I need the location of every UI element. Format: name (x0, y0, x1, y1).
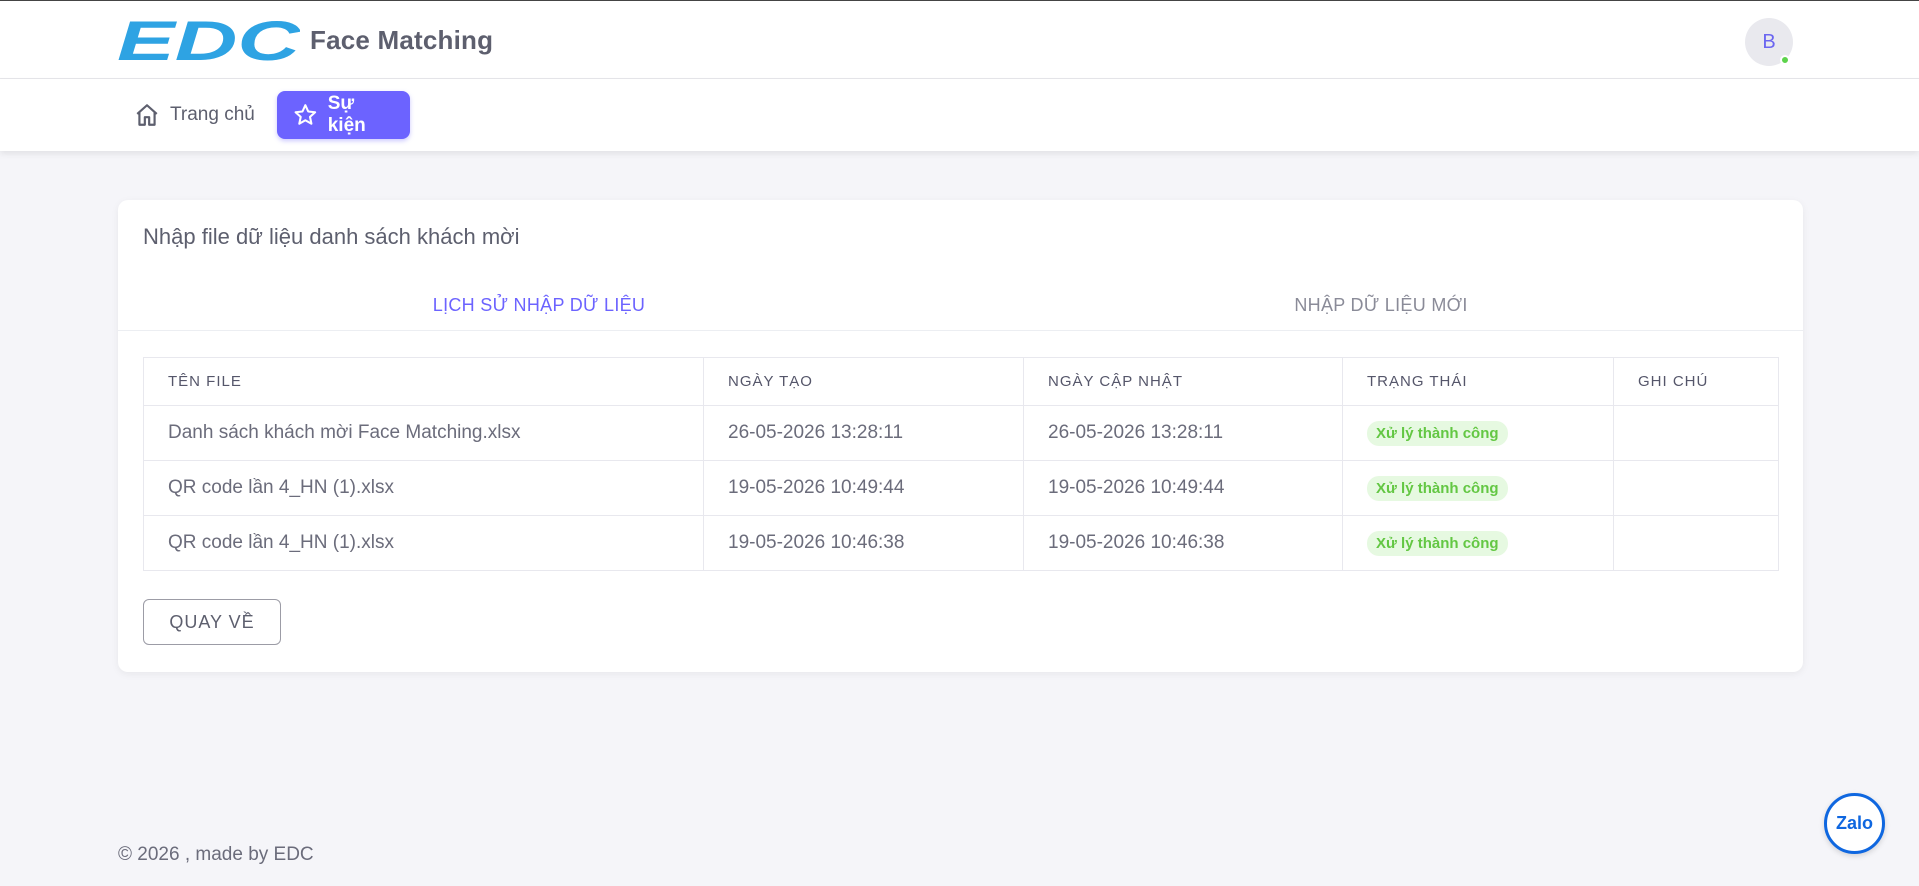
cell-file-name: Danh sách khách mời Face Matching.xlsx (143, 405, 704, 461)
column-header-note[interactable]: GHI CHÚ (1613, 357, 1779, 406)
back-button[interactable]: QUAY VỀ (143, 599, 281, 645)
app-title: Face Matching (310, 25, 494, 55)
nav-item-home[interactable]: Trang chủ (118, 91, 271, 139)
cell-updated: 26-05-2026 13:28:11 (1023, 405, 1343, 461)
column-header-file-name[interactable]: TÊN FILE (143, 357, 704, 406)
cell-created: 19-05-2026 10:46:38 (703, 515, 1024, 571)
cell-status: Xử lý thành công (1342, 460, 1614, 516)
status-badge: Xử lý thành công (1367, 420, 1508, 446)
tab-new-import[interactable]: NHẬP DỮ LIỆU MỚI (960, 280, 1802, 331)
cell-note (1613, 460, 1779, 516)
column-header-status[interactable]: TRẠNG THÁI (1342, 357, 1614, 406)
cell-updated: 19-05-2026 10:46:38 (1023, 515, 1343, 571)
status-badge: Xử lý thành công (1367, 475, 1508, 501)
table-row[interactable]: Danh sách khách mời Face Matching.xlsx 2… (143, 405, 1779, 461)
cell-note (1613, 515, 1779, 571)
navbar: Trang chủ Sự kiện (0, 79, 1919, 151)
logo[interactable]: EDC (117, 17, 300, 63)
svg-text:EDC: EDC (117, 17, 300, 63)
card-title: Nhập file dữ liệu danh sách khách mời (143, 224, 520, 249)
table-row[interactable]: QR code lần 4_HN (1).xlsx 19-05-2026 10:… (143, 515, 1779, 571)
cell-status: Xử lý thành công (1342, 405, 1614, 461)
star-icon (294, 104, 317, 125)
cell-updated: 19-05-2026 10:49:44 (1023, 460, 1343, 516)
zalo-icon[interactable]: Zalo (1824, 793, 1885, 854)
footer-copyright: © 2026 , made by EDC (118, 844, 314, 865)
header: EDC Face Matching B (0, 1, 1919, 79)
nav-item-events-label: Sự kiện (327, 93, 366, 136)
table-header-row: TÊN FILE NGÀY TẠO NGÀY CẬP NHẬT TRẠNG TH… (143, 357, 1779, 406)
import-history-table: TÊN FILE NGÀY TẠO NGÀY CẬP NHẬT TRẠNG TH… (143, 357, 1779, 571)
column-header-created[interactable]: NGÀY TẠO (703, 357, 1024, 406)
cell-file-name: QR code lần 4_HN (1).xlsx (143, 460, 704, 516)
nav-item-home-label: Trang chủ (170, 104, 255, 125)
cell-file-name: QR code lần 4_HN (1).xlsx (143, 515, 704, 571)
status-badge: Xử lý thành công (1367, 530, 1508, 556)
tab-import-history[interactable]: LỊCH SỬ NHẬP DỮ LIỆU (118, 280, 960, 331)
cell-note (1613, 405, 1779, 461)
tabs: LỊCH SỬ NHẬP DỮ LIỆU NHẬP DỮ LIỆU MỚI (118, 280, 1803, 331)
cell-created: 19-05-2026 10:49:44 (703, 460, 1024, 516)
column-header-updated[interactable]: NGÀY CẬP NHẬT (1023, 357, 1343, 406)
cell-created: 26-05-2026 13:28:11 (703, 405, 1024, 461)
import-card: Nhập file dữ liệu danh sách khách mời LỊ… (118, 200, 1803, 672)
zalo-label: Zalo (1835, 813, 1873, 833)
online-status-indicator (1780, 55, 1790, 65)
nav-item-events[interactable]: Sự kiện (277, 91, 410, 139)
table-row[interactable]: QR code lần 4_HN (1).xlsx 19-05-2026 10:… (143, 460, 1779, 516)
home-icon (136, 104, 158, 126)
cell-status: Xử lý thành công (1342, 515, 1614, 571)
